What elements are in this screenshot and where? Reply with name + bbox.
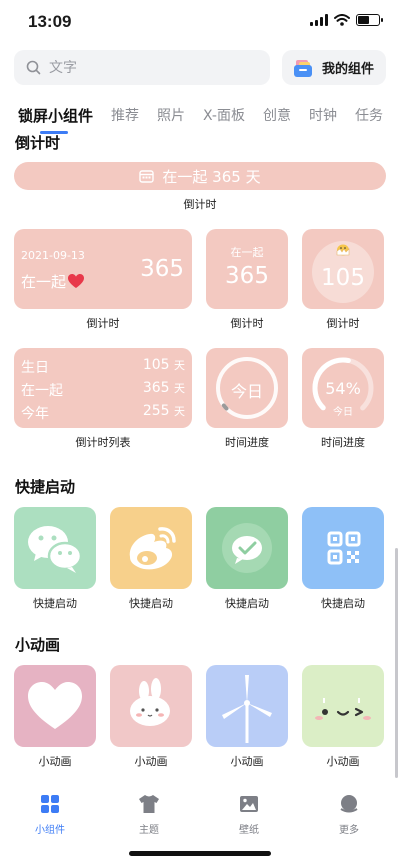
animation-caption: 小动画 [134, 755, 168, 768]
countdown-list-row: 在一起 365 天 [21, 380, 185, 399]
countdown-list-row: 今年 255 天 [21, 403, 185, 422]
countdown-banner-widget[interactable]: 在一起 365 天 [14, 162, 386, 190]
countdown-list-widget[interactable]: 生日 105 天 在一起 365 天 今年 255 天 [14, 348, 192, 428]
check-bubble-icon [222, 523, 272, 573]
widget-caption: 时间进度 [225, 436, 269, 449]
wifi-icon [334, 14, 350, 26]
countdown-small-widget[interactable]: 在一起 365 [206, 229, 288, 309]
status-time: 13:09 [28, 12, 72, 31]
nav-wallpapers[interactable]: 壁纸 [219, 793, 279, 836]
widget-caption: 倒计时 [326, 317, 360, 330]
nav-label: 小组件 [35, 825, 65, 836]
chick-icon [336, 244, 350, 256]
qr-code-icon [327, 531, 361, 565]
tshirt-icon [139, 795, 159, 813]
nav-widgets[interactable]: 小组件 [20, 793, 80, 836]
progress-label: 今日 [333, 407, 353, 418]
banner-text: 在一起 365 天 [162, 167, 261, 186]
weibo-icon [129, 527, 176, 570]
quick-launch-caption: 快捷启动 [321, 597, 365, 610]
bunny-icon [130, 678, 170, 726]
planet-icon [340, 795, 358, 813]
countdown-circle-widget[interactable]: 105 [302, 229, 384, 309]
widget-caption: 倒计时列表 [75, 436, 131, 449]
widget-caption: 倒计时 [230, 317, 264, 330]
countdown-list-row: 生日 105 天 [21, 357, 185, 376]
progress-label: 今日 [230, 382, 263, 401]
tab-clock[interactable]: 时钟 [309, 105, 337, 125]
countdown-number: 365 [140, 256, 184, 282]
search-input[interactable] [49, 59, 249, 76]
section-title-animations: 小动画 [15, 636, 61, 654]
countdown-small-number: 365 [225, 263, 269, 289]
category-tabs: 锁屏小组件 推荐 照片 X-面板 创意 时钟 任务 [18, 100, 400, 134]
animation-caption: 小动画 [230, 755, 264, 768]
widget-caption: 倒计时 [86, 317, 120, 330]
calendar-icon [139, 170, 155, 183]
my-widgets-label: 我的组件 [322, 62, 375, 77]
quick-launch-weibo[interactable] [110, 507, 192, 589]
banner-caption: 倒计时 [183, 198, 217, 211]
wechat-icon [28, 526, 83, 573]
quick-launch-caption: 快捷启动 [33, 597, 77, 610]
countdown-small-text: 在一起 [230, 246, 264, 259]
progress-percent: 54% [325, 379, 361, 398]
quick-launch-caption: 快捷启动 [129, 597, 173, 610]
heart-icon [68, 274, 85, 288]
bottom-nav: 小组件 主题 壁纸 更多 [0, 785, 400, 845]
search-icon [26, 60, 41, 75]
countdown-large-widget[interactable]: 2021-09-13 在一起 365 [14, 229, 192, 309]
animation-heart[interactable] [14, 665, 96, 747]
countdown-date: 2021-09-13 [21, 249, 85, 262]
tab-recommended[interactable]: 推荐 [111, 105, 139, 125]
quick-launch-caption: 快捷启动 [225, 597, 269, 610]
quick-launch-wechat[interactable] [14, 507, 96, 589]
animation-windmill[interactable] [206, 665, 288, 747]
nav-more[interactable]: 更多 [319, 793, 379, 836]
tab-photos[interactable]: 照片 [157, 105, 185, 125]
countdown-circle-number: 105 [321, 265, 365, 291]
tab-creative[interactable]: 创意 [263, 105, 291, 125]
scroll-indicator[interactable] [395, 548, 398, 778]
tab-x-panel[interactable]: X-面板 [203, 105, 245, 125]
cellular-signal-icon [310, 14, 328, 26]
nav-label: 主题 [139, 825, 159, 836]
section-title-quick-launch: 快捷启动 [15, 478, 76, 496]
my-widgets-button[interactable]: 我的组件 [282, 50, 386, 85]
status-icons [310, 14, 383, 26]
animation-caption: 小动画 [326, 755, 360, 768]
quick-launch-qr[interactable] [302, 507, 384, 589]
quick-launch-check[interactable] [206, 507, 288, 589]
status-bar: 13:09 [0, 0, 400, 44]
animation-wink-face[interactable] [302, 665, 384, 747]
countdown-text: 在一起 [21, 271, 85, 292]
time-progress-percent-widget[interactable]: 54% 今日 [302, 348, 384, 428]
tab-lockscreen-widgets[interactable]: 锁屏小组件 [18, 105, 93, 134]
nav-label: 壁纸 [239, 825, 259, 836]
heart-icon [28, 682, 82, 729]
wink-face-icon [315, 698, 371, 720]
image-icon [240, 796, 258, 812]
nav-themes[interactable]: 主题 [119, 793, 179, 836]
home-indicator[interactable] [129, 851, 271, 856]
time-progress-widget[interactable]: 今日 [206, 348, 288, 428]
animation-bunny[interactable] [110, 665, 192, 747]
widget-box-icon [294, 59, 312, 77]
tab-tasks[interactable]: 任务 [355, 105, 383, 125]
windmill-icon [222, 675, 272, 743]
battery-icon [356, 14, 383, 26]
animation-caption: 小动画 [38, 755, 72, 768]
widgets-icon [41, 795, 59, 813]
search-bar[interactable] [14, 50, 270, 85]
section-title-countdown: 倒计时 [15, 134, 61, 152]
nav-label: 更多 [339, 825, 359, 836]
widget-caption: 时间进度 [321, 436, 365, 449]
